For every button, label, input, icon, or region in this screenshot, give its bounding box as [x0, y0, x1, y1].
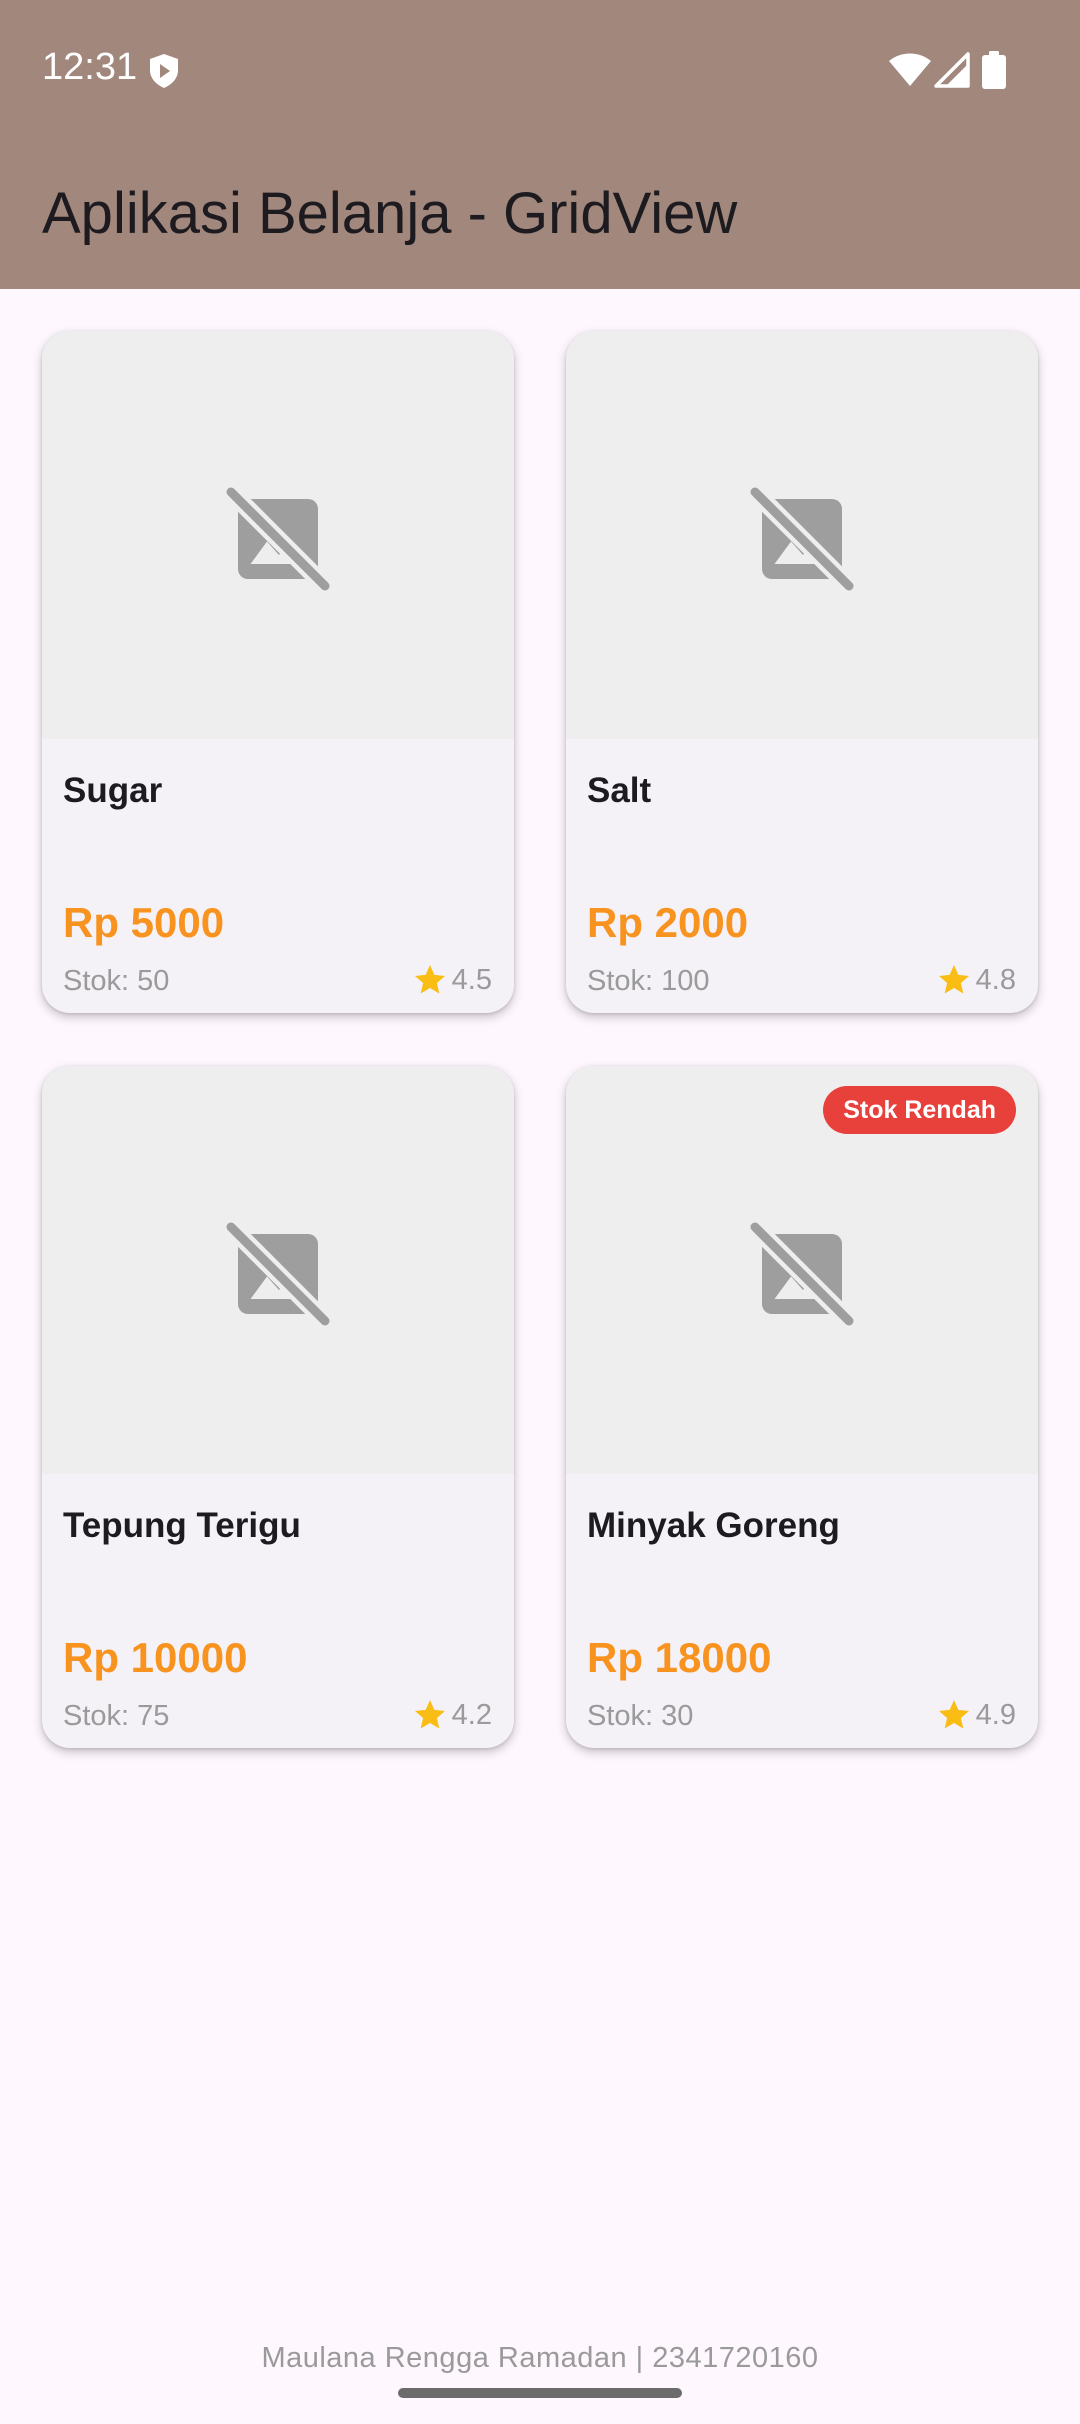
cellular-signal-icon [934, 52, 970, 88]
image-not-supported-icon [746, 483, 858, 595]
rating-value: 4.5 [451, 963, 492, 996]
product-rating: 4.9 [936, 1696, 1016, 1734]
product-rating: 4.5 [412, 961, 492, 999]
product-name: Tepung Terigu [63, 1506, 301, 1545]
low-stock-badge: Stok Rendah [823, 1086, 1016, 1134]
rating-value: 4.2 [451, 1698, 492, 1731]
shield-icon [150, 54, 178, 88]
battery-icon [982, 51, 1006, 89]
gesture-nav-handle[interactable] [398, 2388, 682, 2398]
image-not-supported-icon [746, 1218, 858, 1330]
app-bar: 12:31 Aplikasi Belanja - GridView [0, 0, 1080, 289]
product-card[interactable]: Stok Rendah Minyak Goreng Rp 18000 Stok:… [566, 1066, 1038, 1748]
product-price: Rp 18000 [587, 1634, 772, 1681]
footer-credit: Maulana Rengga Ramadan | 2341720160 [261, 2342, 819, 2374]
status-time: 12:31 [42, 46, 138, 88]
product-card[interactable]: Sugar Rp 5000 Stok: 50 4.5 [42, 331, 514, 1013]
product-price: Rp 5000 [63, 899, 225, 946]
star-icon [414, 1700, 445, 1729]
image-not-supported-icon [222, 483, 334, 595]
product-image-placeholder [42, 1066, 514, 1474]
product-card[interactable]: Tepung Terigu Rp 10000 Stok: 75 4.2 [42, 1066, 514, 1748]
product-image-placeholder [566, 331, 1038, 739]
product-stock: Stok: 30 [587, 1700, 694, 1732]
product-card[interactable]: Salt Rp 2000 Stok: 100 4.8 [566, 331, 1038, 1013]
product-rating: 4.8 [936, 961, 1016, 999]
status-bar: 12:31 [0, 0, 1080, 140]
product-name: Salt [587, 771, 652, 810]
product-stock: Stok: 100 [587, 965, 710, 997]
product-name: Minyak Goreng [587, 1506, 840, 1545]
product-price: Rp 2000 [587, 899, 749, 946]
product-name: Sugar [63, 771, 163, 810]
product-stock: Stok: 50 [63, 965, 170, 997]
product-image-placeholder [42, 331, 514, 739]
rating-value: 4.8 [975, 963, 1016, 996]
rating-value: 4.9 [975, 1698, 1016, 1731]
product-price: Rp 10000 [63, 1634, 248, 1681]
product-image-placeholder: Stok Rendah [566, 1066, 1038, 1474]
page-title: Aplikasi Belanja - GridView [42, 181, 738, 246]
product-rating: 4.2 [412, 1696, 492, 1734]
wifi-icon [889, 53, 931, 86]
star-icon [938, 1700, 969, 1729]
star-icon [414, 965, 445, 994]
product-stock: Stok: 75 [63, 1700, 170, 1732]
image-not-supported-icon [222, 1218, 334, 1330]
star-icon [938, 965, 969, 994]
